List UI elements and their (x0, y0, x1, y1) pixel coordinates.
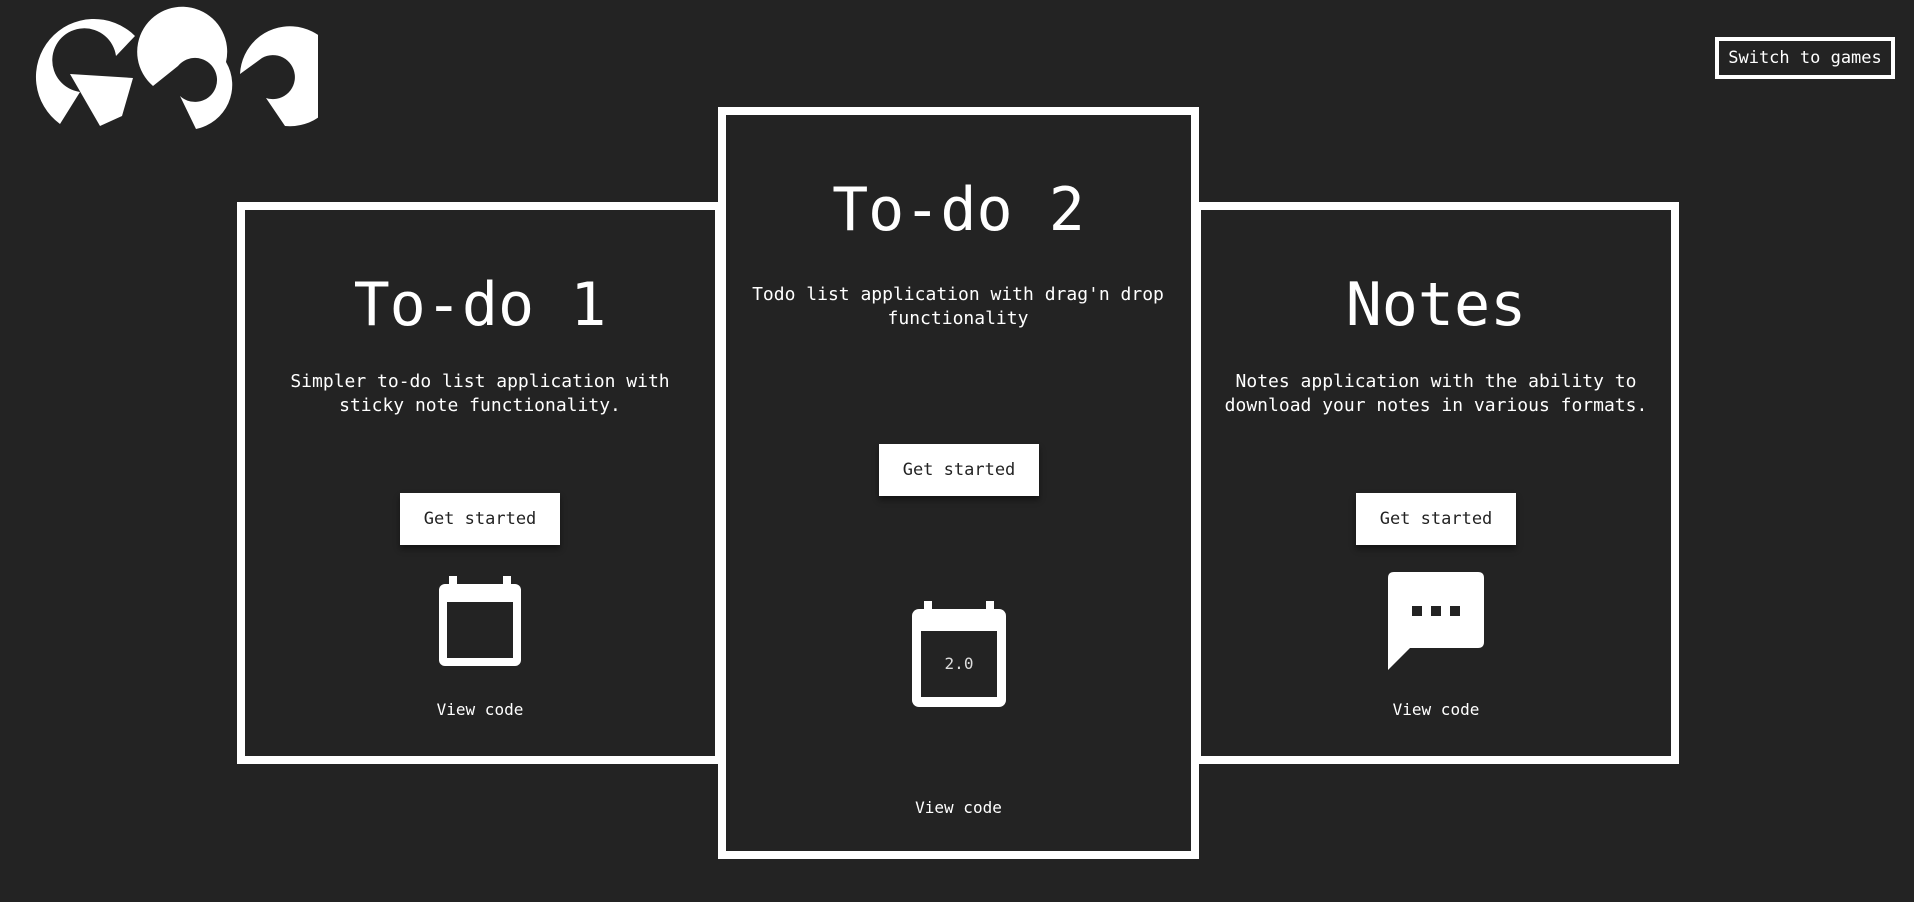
switch-to-games-button[interactable]: Switch to games (1715, 37, 1895, 79)
get-started-button[interactable]: Get started (879, 444, 1039, 496)
card-title: To-do 2 (832, 175, 1085, 245)
view-code-link[interactable]: View code (245, 700, 715, 719)
card-todo-1: To-do 1 Simpler to-do list application w… (237, 202, 723, 764)
logo[interactable] (18, 6, 318, 131)
chat-bubble-icon (1388, 572, 1484, 670)
card-description: Notes application with the ability to do… (1224, 371, 1648, 416)
get-started-button[interactable]: Get started (400, 493, 560, 545)
calendar-icon (439, 576, 521, 666)
card-notes: Notes Notes application with the ability… (1193, 202, 1679, 764)
view-code-link[interactable]: View code (1201, 700, 1671, 719)
card-description: Simpler to-do list application with stic… (290, 371, 670, 416)
get-started-button[interactable]: Get started (1356, 493, 1516, 545)
page: Switch to games To-do 1 Simpler to-do li… (0, 0, 1914, 902)
logo-letter-r2 (240, 26, 318, 127)
logo-letter-g-bar (70, 74, 133, 126)
card-title: Notes (1345, 270, 1527, 340)
calendar-version-icon: 2.0 (912, 601, 1006, 707)
card-todo-2: To-do 2 Todo list application with drag'… (718, 107, 1199, 859)
card-title: To-do 1 (353, 270, 607, 340)
card-description: Todo list application with drag'n drop f… (752, 284, 1164, 329)
view-code-link[interactable]: View code (726, 798, 1191, 817)
logo-letter-r1 (137, 6, 233, 129)
calendar-version-text: 2.0 (945, 654, 974, 673)
